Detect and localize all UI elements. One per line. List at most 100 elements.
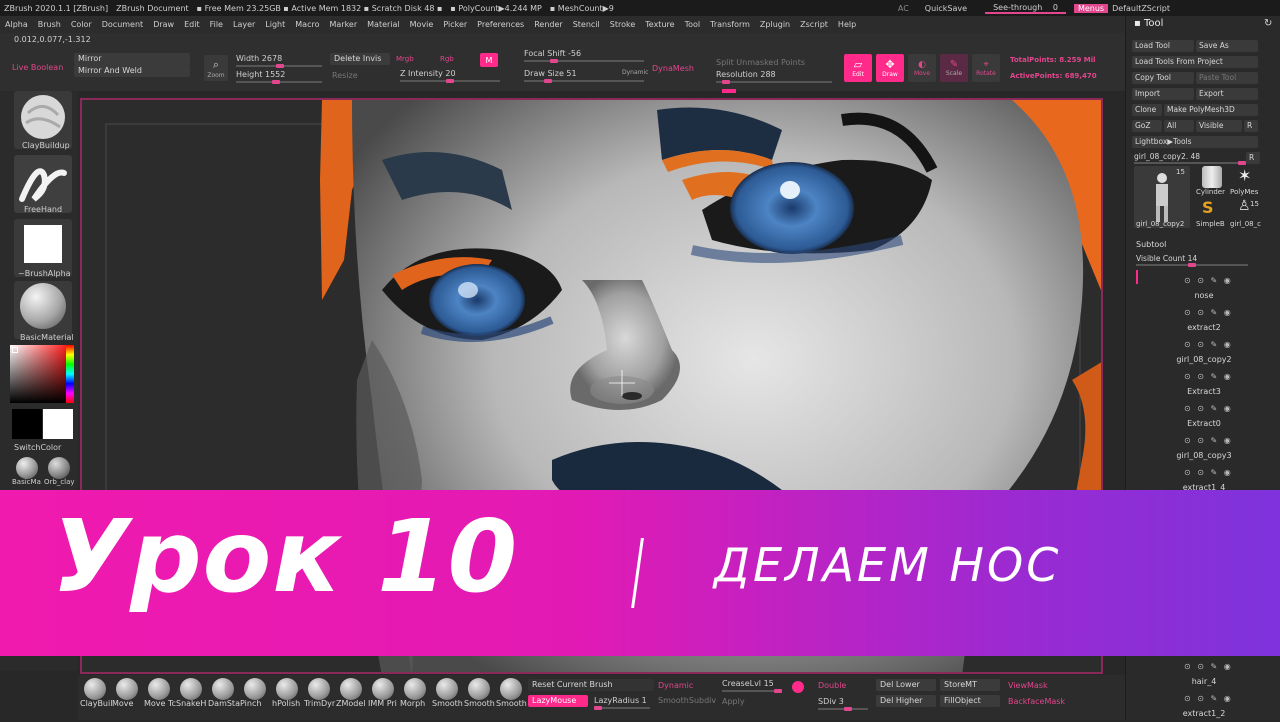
height-slider[interactable]: Height 1552 [236, 70, 285, 79]
sdiv-thumb[interactable] [844, 707, 852, 711]
lazymouse-button[interactable]: LazyMouse [528, 695, 588, 707]
subtool-toggles-icon[interactable]: ⊙ ⊙ ✎ ◉ [1184, 468, 1233, 477]
move-mode-button[interactable]: ◐ Move [908, 54, 936, 82]
height-track[interactable] [236, 80, 322, 84]
subtool-item[interactable]: ⊙ ⊙ ✎ ◉ girl_08_copy3 [1144, 434, 1264, 464]
dynamic-toggle[interactable]: Dynamic [622, 69, 648, 76]
lightbox-tools-button[interactable]: Lightbox▶Tools [1132, 136, 1258, 148]
draw-size-slider[interactable]: Draw Size 51 [524, 69, 577, 78]
load-tools-from-project-button[interactable]: Load Tools From Project [1132, 56, 1258, 68]
brush-thumb-icon[interactable] [212, 678, 234, 700]
backface-mask-button[interactable]: BackfaceMask [1008, 697, 1065, 706]
menu-color[interactable]: Color [66, 20, 97, 29]
menu-movie[interactable]: Movie [405, 20, 439, 29]
menu-marker[interactable]: Marker [324, 20, 362, 29]
menu-preferences[interactable]: Preferences [472, 20, 529, 29]
crease-level-track[interactable] [722, 689, 782, 693]
delete-invis-button[interactable]: Delete Invis [330, 53, 390, 65]
split-unmasked-button[interactable]: Split Unmasked Points [716, 58, 805, 67]
switch-color-button[interactable]: SwitchColor [14, 443, 61, 452]
width-track[interactable] [236, 64, 322, 68]
zoom-button[interactable]: ⌕ Zoom [204, 55, 228, 81]
subtool-item[interactable]: ⊙ ⊙ ✎ ◉ girl_08_copy2 [1144, 338, 1264, 368]
menu-tool[interactable]: Tool [680, 20, 706, 29]
goz-visible-button[interactable]: Visible [1196, 120, 1242, 132]
subtool-toggles-icon[interactable]: ⊙ ⊙ ✎ ◉ [1184, 372, 1233, 381]
color-picker[interactable] [10, 345, 74, 403]
brush-thumb-icon[interactable] [180, 678, 202, 700]
cylinder-icon[interactable] [1202, 166, 1222, 188]
visible-count-slider[interactable]: Visible Count 14 [1136, 254, 1197, 263]
current-tool-r-button[interactable]: R [1246, 152, 1260, 164]
current-tool-thumb[interactable] [1238, 161, 1246, 165]
main-color-swatch[interactable] [43, 409, 73, 439]
rgb-button[interactable]: Rgb [440, 55, 454, 63]
width-thumb[interactable] [276, 64, 284, 68]
mirror-and-weld-button[interactable]: Mirror And Weld [74, 65, 190, 77]
subtool-toggles-icon[interactable]: ⊙ ⊙ ✎ ◉ [1184, 436, 1233, 445]
menu-zscript[interactable]: Zscript [795, 20, 833, 29]
menu-transform[interactable]: Transform [705, 20, 755, 29]
subtool-toggles-icon[interactable]: ⊙ ⊙ ✎ ◉ [1184, 340, 1233, 349]
brush-thumb-icon[interactable] [244, 678, 266, 700]
smooth-subdiv-slider[interactable]: SmoothSubdiv [658, 696, 716, 705]
load-tool-button[interactable]: Load Tool [1132, 40, 1194, 52]
goz-button[interactable]: GoZ [1132, 120, 1162, 132]
menu-document[interactable]: Document [97, 20, 148, 29]
menu-brush[interactable]: Brush [33, 20, 66, 29]
secondary-color-swatch[interactable] [12, 409, 42, 439]
resize-button[interactable]: Resize [332, 71, 358, 80]
focal-shift-track[interactable] [524, 59, 644, 63]
edit-button[interactable]: ▱ Edit [844, 54, 872, 82]
menu-layer[interactable]: Layer [228, 20, 260, 29]
menu-zplugin[interactable]: Zplugin [755, 20, 795, 29]
brush-thumb-icon[interactable] [84, 678, 106, 700]
brush-thumb-icon[interactable] [372, 678, 394, 700]
menu-picker[interactable]: Picker [438, 20, 472, 29]
lazyradius-slider[interactable]: LazyRadius 1 [594, 696, 647, 705]
reset-current-brush-button[interactable]: Reset Current Brush [528, 679, 654, 691]
subtool-header[interactable]: Subtool [1136, 240, 1166, 249]
menu-help[interactable]: Help [833, 20, 861, 29]
make-polymesh-button[interactable]: Make PolyMesh3D [1164, 104, 1258, 116]
basic-material-icon[interactable] [16, 457, 38, 479]
brush-thumb-icon[interactable] [148, 678, 170, 700]
ac-button[interactable]: AC [894, 4, 913, 13]
lazyradius-track[interactable] [594, 706, 650, 710]
brush-thumb-icon[interactable] [116, 678, 138, 700]
focal-shift-thumb[interactable] [550, 59, 558, 63]
subtool-item[interactable]: ⊙ ⊙ ✎ ◉ nose [1144, 274, 1264, 304]
clone-button[interactable]: Clone [1132, 104, 1162, 116]
menu-draw[interactable]: Draw [148, 20, 179, 29]
subtool-toggles-icon[interactable]: ⊙ ⊙ ✎ ◉ [1184, 694, 1233, 703]
current-tool-slider[interactable]: girl_08_copy2. 48 [1134, 152, 1200, 161]
subtool-toggles-icon[interactable]: ⊙ ⊙ ✎ ◉ [1184, 276, 1233, 285]
crease-level-slider[interactable]: CreaseLvl 15 [722, 679, 774, 688]
live-boolean-button[interactable]: Live Boolean [12, 63, 63, 72]
brush-thumb-icon[interactable] [468, 678, 490, 700]
record-dot-icon[interactable] [792, 681, 804, 693]
menu-stencil[interactable]: Stencil [568, 20, 605, 29]
save-as-button[interactable]: Save As [1196, 40, 1258, 52]
menu-stroke[interactable]: Stroke [605, 20, 641, 29]
height-thumb[interactable] [272, 80, 280, 84]
scale-mode-button[interactable]: ✎ Scale [940, 54, 968, 82]
menu-macro[interactable]: Macro [290, 20, 324, 29]
export-button[interactable]: Export [1196, 88, 1258, 100]
visible-count-thumb[interactable] [1188, 263, 1196, 267]
polymesh-star-icon[interactable]: ✶ [1238, 166, 1251, 185]
copy-tool-button[interactable]: Copy Tool [1132, 72, 1194, 84]
figure-small-icon[interactable]: ♙ [1238, 198, 1251, 214]
brush-thumb-icon[interactable] [404, 678, 426, 700]
paste-tool-button[interactable]: Paste Tool [1196, 72, 1258, 84]
draw-button[interactable]: ✥ Draw [876, 54, 904, 82]
draw-size-track[interactable] [524, 79, 644, 83]
goz-all-button[interactable]: All [1164, 120, 1194, 132]
mrgb-button[interactable]: Mrgb [396, 55, 414, 63]
lazyradius-thumb[interactable] [594, 706, 602, 710]
width-slider[interactable]: Width 2678 [236, 54, 282, 63]
menu-texture[interactable]: Texture [640, 20, 679, 29]
see-through-slider[interactable]: See-through 0 [985, 3, 1066, 14]
palette-swap-icon[interactable]: ↻ [1264, 18, 1272, 29]
brush-thumb-icon[interactable] [340, 678, 362, 700]
